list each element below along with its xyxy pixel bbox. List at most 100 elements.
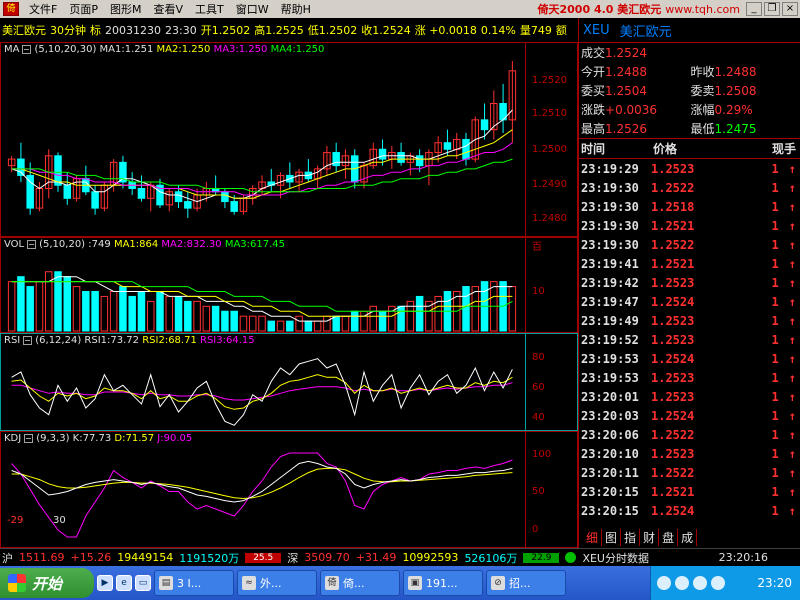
volume-chart[interactable] bbox=[1, 238, 525, 332]
rsi-pane[interactable]: RSI (6,12,24) RSI1:73.72 RSI2:68.71 RSI3:… bbox=[0, 333, 578, 431]
candlestick-chart[interactable] bbox=[1, 43, 525, 236]
volume-bar bbox=[267, 320, 276, 332]
trade-price: 1.2523 bbox=[651, 332, 695, 347]
trade-row[interactable]: 23:19:47 1.2524 1 ↑ bbox=[579, 292, 800, 311]
quote-tab[interactable]: 图 bbox=[602, 529, 622, 546]
trade-time: 23:19:53 bbox=[581, 370, 639, 385]
trade-row[interactable]: 23:19:49 1.2523 1 ↑ bbox=[579, 311, 800, 330]
trade-row[interactable]: 23:19:52 1.2523 1 ↑ bbox=[579, 330, 800, 349]
sh-volume: 19449154 bbox=[117, 551, 174, 564]
trade-row[interactable]: 23:20:15 1.2524 1 ↑ bbox=[579, 501, 800, 520]
kdj-low-label: -29 bbox=[7, 515, 24, 526]
browser-icon[interactable]: e bbox=[116, 575, 132, 591]
trade-row[interactable]: 23:19:30 1.2518 1 ↑ bbox=[579, 197, 800, 216]
trade-row[interactable]: 23:20:10 1.2523 1 ↑ bbox=[579, 444, 800, 463]
menu-window[interactable]: 窗口W bbox=[230, 1, 275, 17]
trade-time: 23:19:30 bbox=[581, 199, 639, 214]
trade-time: 23:20:15 bbox=[581, 503, 639, 518]
tray-icon[interactable] bbox=[675, 576, 689, 590]
trade-row[interactable]: 23:20:06 1.2522 1 ↑ bbox=[579, 425, 800, 444]
collapse-icon[interactable] bbox=[22, 44, 32, 54]
task-button[interactable]: ⊘ 招... bbox=[486, 570, 566, 596]
trade-price: 1.2521 bbox=[651, 218, 695, 233]
sz-index: 3509.70 bbox=[304, 551, 350, 564]
quote-value: 1.2526 bbox=[605, 122, 648, 136]
quote-tab[interactable]: 盘 bbox=[659, 529, 679, 546]
quote-value: 1.2488 bbox=[714, 65, 757, 79]
volume-bar bbox=[415, 295, 424, 332]
quote-code: XEU bbox=[583, 22, 610, 38]
trade-row[interactable]: 23:19:53 1.2523 1 ↑ bbox=[579, 368, 800, 387]
volume-bar bbox=[508, 286, 517, 332]
trade-row[interactable]: 23:19:30 1.2521 1 ↑ bbox=[579, 216, 800, 235]
trade-time: 23:19:30 bbox=[581, 180, 639, 195]
trade-row[interactable]: 23:20:03 1.2524 1 ↑ bbox=[579, 406, 800, 425]
trade-row[interactable]: 23:20:01 1.2523 1 ↑ bbox=[579, 387, 800, 406]
task-button[interactable]: ≈ 外... bbox=[237, 570, 317, 596]
trade-row[interactable]: 23:20:11 1.2522 1 ↑ bbox=[579, 463, 800, 482]
quote-value: 1.2504 bbox=[605, 84, 648, 98]
trade-time: 23:20:06 bbox=[581, 427, 639, 442]
kdj-chart[interactable] bbox=[1, 432, 525, 547]
rsi-line bbox=[11, 382, 513, 401]
trade-row[interactable]: 23:20:15 1.2521 1 ↑ bbox=[579, 482, 800, 501]
quote-tab[interactable]: 细 bbox=[583, 529, 603, 546]
trade-list[interactable]: 23:19:29 1.2523 1 ↑ 23:19:30 1.2522 1 ↑ 23:19:30… bbox=[579, 159, 800, 520]
trade-row[interactable]: 23:19:42 1.2523 1 ↑ bbox=[579, 273, 800, 292]
candle-body bbox=[17, 158, 25, 176]
candle-body bbox=[397, 152, 405, 163]
trade-row[interactable]: 23:19:30 1.2522 1 ↑ bbox=[579, 178, 800, 197]
volume-bar bbox=[462, 286, 470, 332]
trade-vol: 1 bbox=[771, 503, 779, 518]
feed-label[interactable]: XEU分时数据 bbox=[582, 550, 649, 566]
menu-help[interactable]: 帮助H bbox=[275, 1, 317, 17]
menu-view[interactable]: 查看V bbox=[147, 1, 189, 17]
candle-body bbox=[91, 191, 99, 209]
menu-tools[interactable]: 工具T bbox=[189, 1, 230, 17]
collapse-icon[interactable] bbox=[23, 335, 33, 345]
volume-bar bbox=[137, 291, 146, 332]
quote-label: 涨跌 bbox=[581, 103, 606, 117]
quote-tab[interactable]: 财 bbox=[640, 529, 660, 546]
volume-icon[interactable] bbox=[711, 576, 725, 590]
media-player-icon[interactable]: ▶ bbox=[97, 575, 113, 591]
tray-icon[interactable] bbox=[693, 576, 707, 590]
desktop-icon[interactable]: ▭ bbox=[135, 575, 151, 591]
period-label[interactable]: 30分钟 bbox=[50, 22, 86, 38]
trade-price: 1.2524 bbox=[651, 408, 695, 423]
trade-row[interactable]: 23:19:30 1.2522 1 ↑ bbox=[579, 235, 800, 254]
up-arrow-icon: ↑ bbox=[788, 484, 796, 499]
collapse-icon[interactable] bbox=[27, 239, 37, 249]
task-button[interactable]: ▤ 3 I... bbox=[154, 570, 234, 596]
restore-button[interactable]: ❐ bbox=[764, 2, 780, 16]
sh-amount: 1191520万 bbox=[179, 551, 240, 565]
vol-ma2: MA2:832.30 bbox=[161, 239, 222, 250]
menu-file[interactable]: 文件F bbox=[23, 1, 63, 17]
trade-row[interactable]: 23:19:41 1.2521 1 ↑ bbox=[579, 254, 800, 273]
quote-tab[interactable]: 成 bbox=[678, 529, 698, 546]
rsi-chart[interactable] bbox=[1, 334, 525, 430]
rsi2-value: RSI2:68.71 bbox=[142, 335, 197, 346]
trade-time: 23:19:29 bbox=[581, 161, 639, 176]
quote-value: 1.2475 bbox=[714, 122, 757, 136]
collapse-icon[interactable] bbox=[24, 433, 34, 443]
kdj-pane[interactable]: KDJ (9,3,3) K:77.73 D:71.57 J:90.05 -29 3… bbox=[0, 431, 578, 548]
ma-label: MA bbox=[4, 44, 20, 55]
menu-page[interactable]: 页面P bbox=[63, 1, 104, 17]
task-button[interactable]: 倚倚... bbox=[320, 570, 400, 596]
candle-body bbox=[230, 201, 238, 212]
start-button[interactable]: 开始 bbox=[0, 568, 94, 598]
minimize-button[interactable]: _ bbox=[746, 2, 762, 16]
volume-pane[interactable]: VOL (5,10,20) :749 MA1:864 MA2:832.30 MA3… bbox=[0, 237, 578, 333]
price-pane[interactable]: MA (5,10,20,30) MA1:1.251 MA2:1.250 MA3:1… bbox=[0, 42, 578, 237]
trade-price: 1.2522 bbox=[651, 465, 695, 480]
trade-row[interactable]: 23:19:53 1.2524 1 ↑ bbox=[579, 349, 800, 368]
trade-row[interactable]: 23:19:29 1.2523 1 ↑ bbox=[579, 159, 800, 178]
menu-graph[interactable]: 图形M bbox=[104, 1, 148, 17]
quote-tab[interactable]: 指 bbox=[621, 529, 641, 546]
task-button[interactable]: ▣ 191... bbox=[403, 570, 483, 596]
tray-icon[interactable] bbox=[657, 576, 671, 590]
kdj-axis: 100 50 0 bbox=[525, 432, 577, 547]
close-button[interactable]: × bbox=[782, 2, 798, 16]
volume-bar bbox=[360, 310, 368, 332]
